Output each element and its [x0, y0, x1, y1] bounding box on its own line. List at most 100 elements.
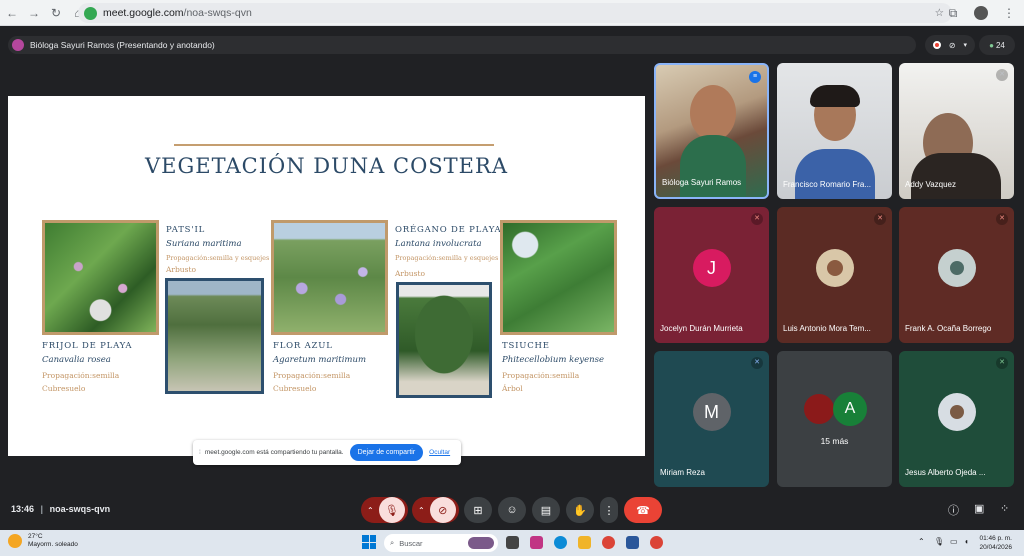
- participant-tile[interactable]: J ✕ Jocelyn Durán Murrieta: [654, 207, 769, 343]
- participant-name: Jesus Alberto Ojeda ...: [905, 468, 986, 477]
- participant-tile[interactable]: ✕ Frank A. Ocaña Borrego: [899, 207, 1014, 343]
- extensions-icon[interactable]: ⧉: [944, 3, 962, 23]
- drag-handle-icon[interactable]: ⁞: [199, 449, 201, 456]
- species-propagation: Propagación:semilla y esquejes: [395, 254, 499, 262]
- captions-button[interactable]: ▤: [532, 497, 560, 523]
- mic-off-icon: ✕: [996, 357, 1008, 369]
- chrome-profile-icon[interactable]: [650, 536, 663, 549]
- species-name: FLOR AZUL: [273, 341, 333, 351]
- microphone-control[interactable]: ⌃ 🎙︎: [361, 497, 408, 523]
- reload-icon[interactable]: ↻: [46, 3, 66, 23]
- file-explorer-icon[interactable]: [578, 536, 591, 549]
- hide-banner-link[interactable]: Ocultar: [429, 449, 450, 456]
- species-scientific: Agaretum maritimum: [273, 355, 367, 365]
- task-view-icon[interactable]: [506, 536, 519, 549]
- chrome-icon[interactable]: [602, 536, 615, 549]
- shared-slide: VEGETACIÓN DUNA COSTERA FRIJOL DE PLAYA …: [8, 96, 645, 456]
- weather-condition: Mayorm. soleado: [28, 541, 78, 548]
- search-icon: ⌕: [390, 538, 395, 547]
- windows-start-icon[interactable]: [362, 535, 376, 549]
- present-screen-icon: ⊞: [473, 504, 483, 517]
- photo-patsil: [165, 278, 264, 394]
- meeting-info-separator: |: [40, 504, 44, 514]
- back-icon[interactable]: ←: [2, 3, 22, 23]
- participant-name: Francisco Romario Fra...: [783, 180, 872, 189]
- activities-icon[interactable]: ⁘: [1000, 502, 1009, 515]
- participant-tile[interactable]: ✕ Jesus Alberto Ojeda ...: [899, 351, 1014, 487]
- participant-tile[interactable]: ✕ Addy Vazquez: [899, 63, 1014, 199]
- participant-video: [690, 85, 736, 141]
- taskbar-clock[interactable]: 01:46 p. m. 20/04/2026: [979, 534, 1012, 552]
- volume-icon[interactable]: ◖: [964, 537, 969, 546]
- tray-chevron-icon[interactable]: ⌃: [918, 537, 925, 546]
- leave-call-button[interactable]: ☎: [624, 497, 662, 523]
- edge-icon[interactable]: [554, 536, 567, 549]
- more-options-button[interactable]: ⋮: [600, 497, 618, 523]
- mic-off-icon: ✕: [996, 69, 1008, 81]
- reactions-button[interactable]: ☺: [498, 497, 526, 523]
- meeting-details-icon[interactable]: ⓘ: [948, 502, 959, 518]
- participant-tile[interactable]: ≡ Bióloga Sayuri Ramos: [654, 63, 769, 199]
- word-icon[interactable]: [626, 536, 639, 549]
- emoji-icon: ☺: [506, 504, 518, 516]
- no-camera-icon: ⊘: [948, 40, 956, 50]
- more-participants-label: 15 más: [820, 436, 849, 446]
- photo-flor-azul: [271, 220, 388, 335]
- species-name: PATS'IL: [166, 225, 206, 235]
- mic-off-icon: ✕: [751, 357, 763, 369]
- menu-kebab-icon[interactable]: ⋮: [1000, 3, 1018, 23]
- more-vert-icon: ⋮: [603, 504, 615, 517]
- mic-options-chevron-icon[interactable]: ⌃: [367, 506, 374, 515]
- meeting-code: noa-swqs-qvn: [49, 504, 111, 514]
- raise-hand-button[interactable]: ✋: [566, 497, 594, 523]
- taskbar-search[interactable]: ⌕ Buscar: [384, 534, 498, 552]
- participants-button[interactable]: ● 24: [979, 35, 1015, 55]
- participant-tile[interactable]: ✕ Luis Antonio Mora Tem...: [777, 207, 892, 343]
- chat-icon[interactable]: ▣: [974, 502, 984, 515]
- url-host: meet.google.com: [103, 7, 184, 19]
- address-bar[interactable]: meet.google.com/noa-swqs-qvn ☆: [78, 3, 952, 23]
- mic-off-icon: ✕: [996, 213, 1008, 225]
- url-path: /noa-swqs-qvn: [183, 7, 252, 19]
- species-name: TSIUCHE: [502, 341, 550, 351]
- camera-off-icon[interactable]: ⊘: [429, 497, 456, 523]
- site-info-icon[interactable]: [84, 6, 97, 20]
- forward-icon[interactable]: →: [24, 3, 44, 23]
- participant-overflow-tile[interactable]: A 15 más: [777, 351, 892, 487]
- species-propagation: Propagación:semilla: [273, 371, 351, 380]
- speaking-icon: ≡: [749, 71, 761, 83]
- camera-control[interactable]: ⌃ ⊘: [412, 497, 459, 523]
- participant-avatar: M: [692, 393, 731, 431]
- species-form: Arbusto: [166, 265, 197, 274]
- sun-icon: [8, 534, 22, 548]
- app-icon[interactable]: [530, 536, 543, 549]
- profile-icon[interactable]: [972, 3, 990, 23]
- participant-body: [795, 149, 875, 199]
- presenter-bar: Bióloga Sayuri Ramos (Presentando y anot…: [8, 36, 916, 54]
- camera-options-chevron-icon[interactable]: ⌃: [418, 506, 425, 515]
- participant-tile[interactable]: Francisco Romario Fra...: [777, 63, 892, 199]
- stop-sharing-button[interactable]: Dejar de compartir: [349, 444, 424, 461]
- people-icon: ●: [989, 40, 994, 50]
- chevron-down-icon: ▾: [963, 42, 968, 49]
- present-button[interactable]: ⊞: [464, 497, 492, 523]
- tray-mic-icon[interactable]: 🎙︎: [934, 537, 944, 546]
- slide-title: VEGETACIÓN DUNA COSTERA: [145, 154, 508, 178]
- captions-icon: ▤: [540, 504, 552, 517]
- mic-off-icon: ✕: [874, 213, 886, 225]
- overflow-avatar-logo: [802, 392, 836, 426]
- weather-widget[interactable]: 27°C Mayorm. soleado: [8, 533, 78, 549]
- species-form: Cubresuelo: [273, 384, 317, 393]
- participant-count: 24: [995, 40, 1005, 50]
- participant-name: Jocelyn Durán Murrieta: [660, 324, 743, 333]
- participant-tile[interactable]: M ✕ Miriam Reza: [654, 351, 769, 487]
- mic-off-icon[interactable]: 🎙︎: [378, 497, 405, 523]
- species-name: ORÉGANO DE PLAYA: [395, 225, 502, 235]
- network-icon[interactable]: ▭: [950, 537, 958, 546]
- recording-indicator[interactable]: ⊘ ▾: [925, 35, 975, 55]
- participant-body: [680, 135, 746, 197]
- participant-name: Frank A. Ocaña Borrego: [905, 324, 992, 333]
- screen-share-banner: ⁞ meet.google.com está compartiendo tu p…: [193, 440, 461, 465]
- search-highlight-image: [468, 537, 494, 549]
- participant-name: Addy Vazquez: [905, 180, 956, 189]
